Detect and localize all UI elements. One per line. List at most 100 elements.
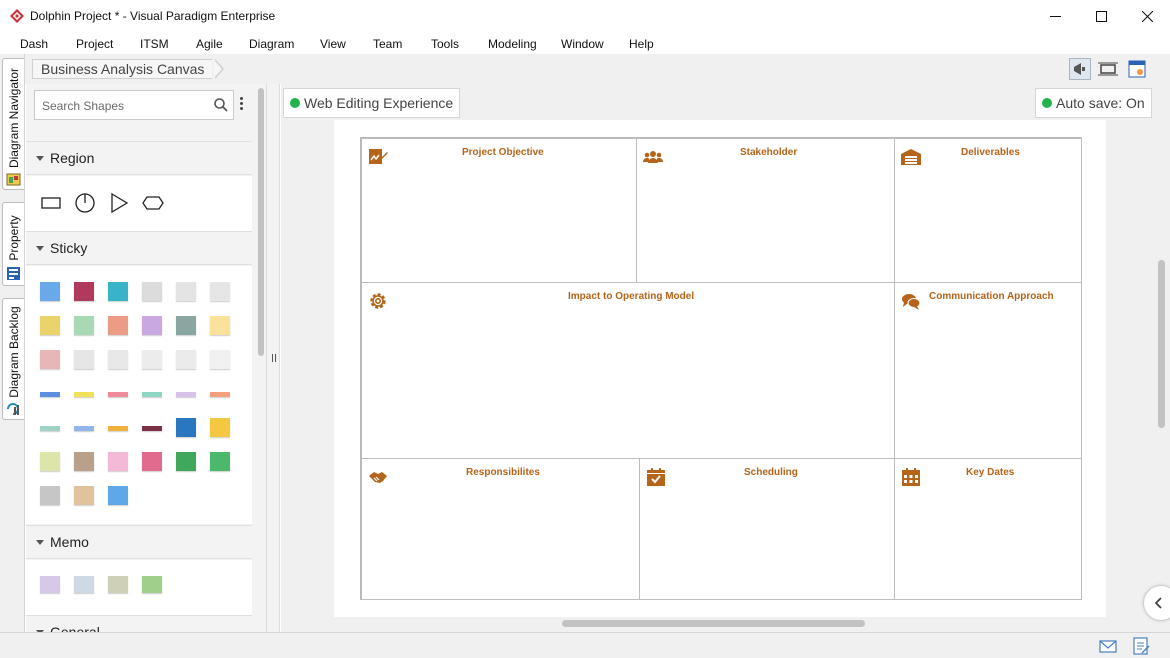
sticky-note-shape[interactable] xyxy=(108,452,128,471)
sticky-note-shape[interactable] xyxy=(142,426,162,431)
cell-key-dates[interactable]: Key Dates xyxy=(894,458,1082,600)
sticky-note-shape[interactable] xyxy=(142,392,162,397)
web-editing-badge[interactable]: Web Editing Experience xyxy=(283,88,461,118)
sticky-note-shape[interactable] xyxy=(176,452,196,471)
breadcrumb[interactable]: Business Analysis Canvas xyxy=(32,59,213,79)
sticky-note-shape[interactable] xyxy=(176,316,196,335)
sticky-note-shape[interactable] xyxy=(40,452,60,471)
horizontal-scrollbar[interactable] xyxy=(562,620,865,627)
sticky-note-shape[interactable] xyxy=(40,350,60,369)
sticky-note-shape[interactable] xyxy=(210,350,230,369)
tab-property[interactable]: Property xyxy=(2,202,24,286)
menu-project[interactable]: Project xyxy=(76,37,113,51)
sticky-note-shape[interactable] xyxy=(74,486,94,505)
panel-scrollbar[interactable] xyxy=(255,84,266,632)
sticky-note-shape[interactable] xyxy=(74,350,94,369)
announcement-button[interactable] xyxy=(1069,58,1091,80)
search-icon[interactable] xyxy=(214,98,228,112)
cell-scheduling[interactable]: Scheduling xyxy=(639,458,895,600)
sticky-note-shape[interactable] xyxy=(40,392,60,397)
menu-tools[interactable]: Tools xyxy=(431,37,459,51)
search-shapes-box[interactable]: Search Shapes xyxy=(34,90,234,120)
sticky-note-shape[interactable] xyxy=(40,486,60,505)
sticky-note-shape[interactable] xyxy=(40,282,60,301)
hexagon-shape[interactable] xyxy=(142,192,164,214)
sticky-note-shape[interactable] xyxy=(40,316,60,335)
property-icon xyxy=(7,267,20,280)
vertical-scroll-thumb[interactable] xyxy=(1158,260,1165,428)
sticky-note-shape[interactable] xyxy=(210,282,230,301)
sticky-note-shape[interactable] xyxy=(74,452,94,471)
close-button[interactable] xyxy=(1124,0,1170,32)
section-sticky[interactable]: Sticky xyxy=(26,231,252,265)
minimize-button[interactable] xyxy=(1032,0,1078,32)
panel-scroll-thumb[interactable] xyxy=(258,88,264,356)
sticky-note-shape[interactable] xyxy=(108,486,128,505)
memo-shape[interactable] xyxy=(142,576,162,593)
auto-save-badge[interactable]: Auto save: On xyxy=(1035,88,1152,118)
calendar-grid-icon xyxy=(902,468,920,486)
vertical-scrollbar[interactable] xyxy=(1155,84,1170,632)
diagram-settings-button[interactable] xyxy=(1126,58,1148,80)
sticky-note-shape[interactable] xyxy=(210,316,230,335)
memo-shape[interactable] xyxy=(108,576,128,593)
sticky-note-shape[interactable] xyxy=(108,426,128,431)
section-region[interactable]: Region xyxy=(26,141,252,175)
sticky-note-shape[interactable] xyxy=(210,392,230,397)
menu-help[interactable]: Help xyxy=(629,37,654,51)
menu-dash[interactable]: Dash xyxy=(20,37,48,51)
sticky-note-shape[interactable] xyxy=(176,418,196,437)
section-general[interactable]: General xyxy=(26,615,252,632)
cell-responsibilites[interactable]: Responsibilites xyxy=(361,458,640,600)
notes-icon[interactable] xyxy=(1132,637,1150,655)
tab-property-label: Property xyxy=(6,215,21,261)
sticky-note-shape[interactable] xyxy=(108,282,128,301)
tab-diagram-backlog[interactable]: Diagram Backlog xyxy=(2,298,24,420)
mail-icon[interactable] xyxy=(1099,637,1117,655)
panel-menu-icon[interactable] xyxy=(240,97,244,112)
sticky-note-shape[interactable] xyxy=(176,282,196,301)
sticky-note-shape[interactable] xyxy=(108,350,128,369)
menu-team[interactable]: Team xyxy=(373,37,402,51)
triangle-shape[interactable] xyxy=(108,192,130,214)
region-shapes xyxy=(26,176,252,231)
menu-itsm[interactable]: ITSM xyxy=(140,37,169,51)
sticky-note-shape[interactable] xyxy=(40,426,60,431)
web-editing-label: Web Editing Experience xyxy=(304,95,454,111)
maximize-button[interactable] xyxy=(1078,0,1124,32)
cell-project-objective[interactable]: Project Objective xyxy=(361,138,637,283)
menu-diagram[interactable]: Diagram xyxy=(249,37,294,51)
menu-agile[interactable]: Agile xyxy=(196,37,223,51)
memo-shape[interactable] xyxy=(40,576,60,593)
sticky-note-shape[interactable] xyxy=(210,418,230,437)
sticky-note-shape[interactable] xyxy=(142,316,162,335)
sticky-note-shape[interactable] xyxy=(74,392,94,397)
sticky-note-shape[interactable] xyxy=(176,350,196,369)
cell-deliverables[interactable]: Deliverables xyxy=(894,138,1082,283)
menu-window[interactable]: Window xyxy=(561,37,604,51)
menu-modeling[interactable]: Modeling xyxy=(488,37,537,51)
sticky-note-shape[interactable] xyxy=(74,282,94,301)
panel-splitter[interactable] xyxy=(266,84,280,632)
search-input[interactable]: Search Shapes xyxy=(42,99,124,113)
sticky-note-shape[interactable] xyxy=(142,350,162,369)
sticky-note-shape[interactable] xyxy=(210,452,230,471)
cell-stakeholder[interactable]: Stakeholder xyxy=(636,138,895,283)
sticky-note-shape[interactable] xyxy=(142,282,162,301)
rectangle-shape[interactable] xyxy=(40,192,62,214)
fit-diagram-button[interactable] xyxy=(1097,58,1119,80)
sticky-note-shape[interactable] xyxy=(108,316,128,335)
sticky-note-shape[interactable] xyxy=(176,392,196,397)
tab-diagram-navigator[interactable]: Diagram Navigator xyxy=(2,58,24,190)
cell-title: Communication Approach xyxy=(929,291,1054,302)
circle-shape[interactable] xyxy=(74,192,96,214)
sticky-note-shape[interactable] xyxy=(108,392,128,397)
menu-view[interactable]: View xyxy=(320,37,346,51)
sticky-note-shape[interactable] xyxy=(142,452,162,471)
cell-communication-approach[interactable]: Communication Approach xyxy=(894,282,1082,459)
sticky-note-shape[interactable] xyxy=(74,426,94,431)
section-memo[interactable]: Memo xyxy=(26,525,252,559)
sticky-note-shape[interactable] xyxy=(74,316,94,335)
cell-impact-to-operating-model[interactable]: Impact to Operating Model xyxy=(361,282,895,459)
memo-shape[interactable] xyxy=(74,576,94,593)
